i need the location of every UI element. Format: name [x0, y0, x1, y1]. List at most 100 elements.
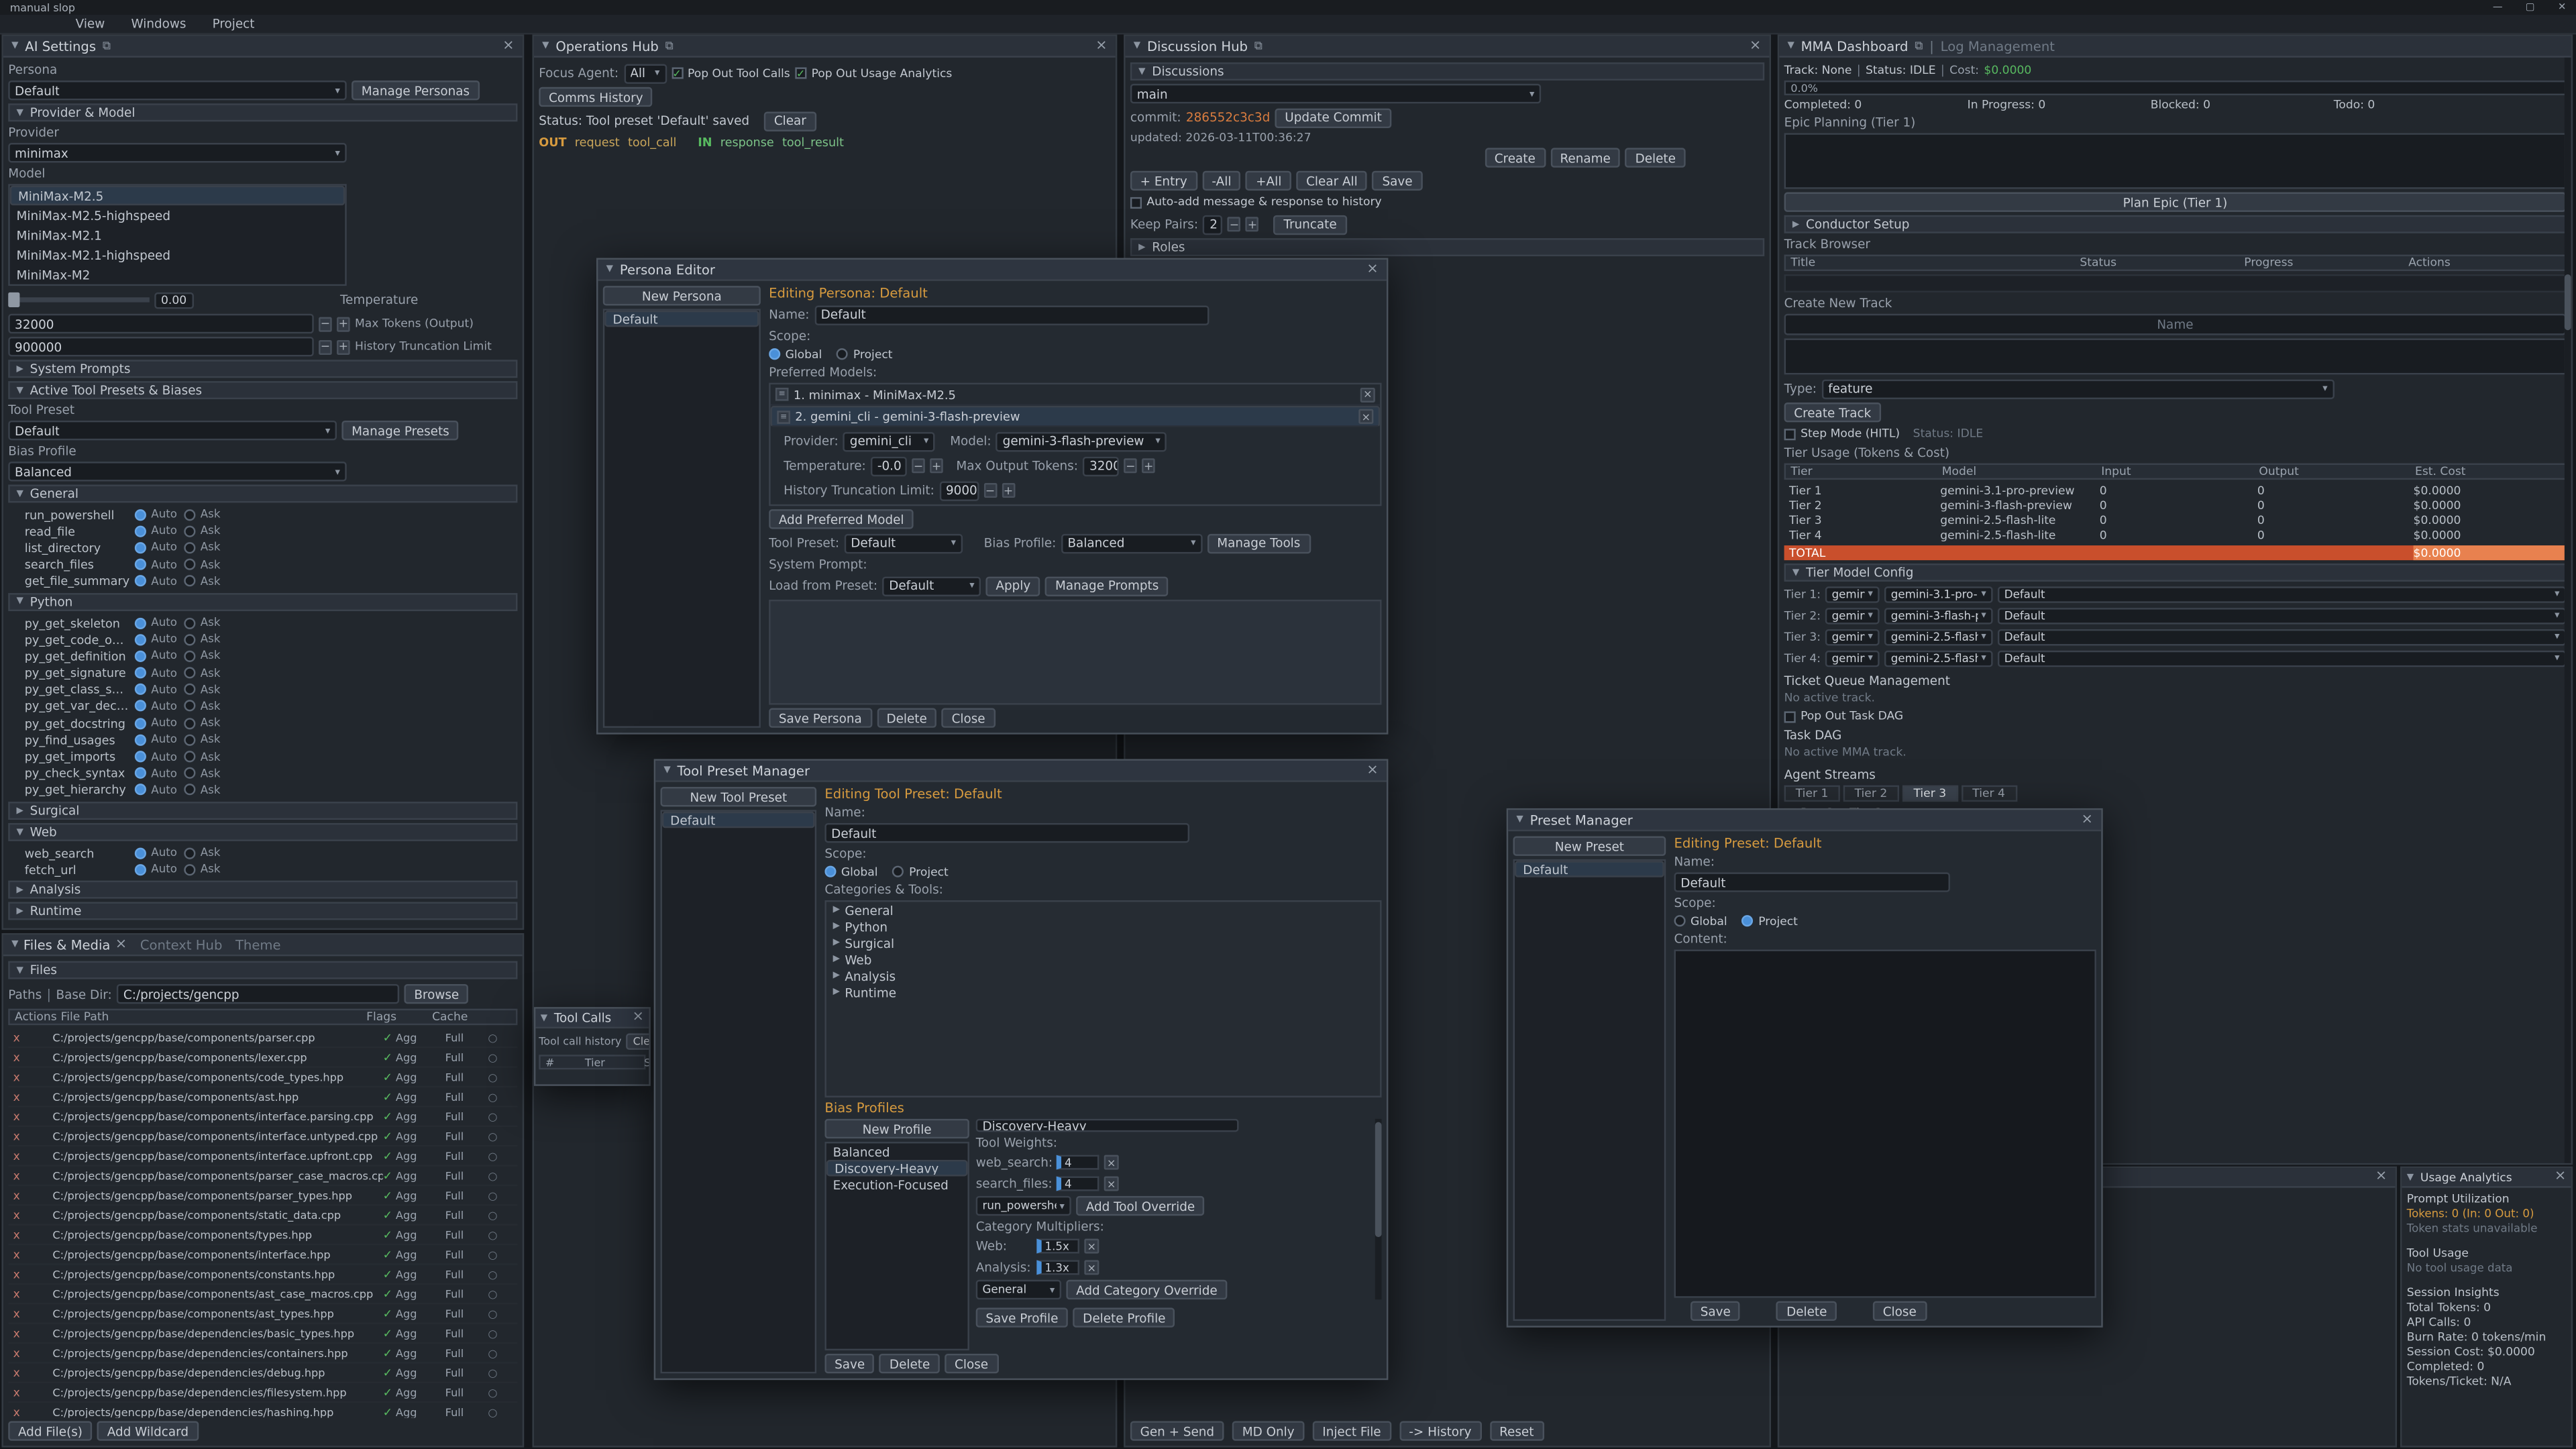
active-presets-section[interactable]: ▼Active Tool Presets & Biases — [8, 381, 517, 399]
tier-provider-select[interactable]: gemini▾ — [1825, 650, 1880, 666]
close-icon[interactable]: × — [502, 39, 514, 53]
agg-check-icon[interactable]: ✓ — [383, 1090, 392, 1104]
legend-response[interactable]: response — [720, 135, 774, 150]
remove-file-button[interactable]: x — [13, 1287, 53, 1301]
stream-tab[interactable]: Tier 4 — [1961, 786, 2017, 802]
comms-history-button[interactable]: Comms History — [539, 87, 653, 107]
remove-file-button[interactable]: x — [13, 1405, 53, 1417]
agg-check-icon[interactable]: ✓ — [383, 1386, 392, 1399]
profile-list-item[interactable]: Execution-Focused — [826, 1176, 968, 1192]
weight-input[interactable]: 4 — [1057, 1155, 1099, 1170]
remove-file-button[interactable]: x — [13, 1248, 53, 1261]
close-icon[interactable]: × — [1750, 39, 1761, 53]
decrement-button[interactable]: − — [319, 339, 332, 354]
epic-planning-textarea[interactable] — [1784, 133, 2567, 189]
agg-check-icon[interactable]: ✓ — [383, 1346, 392, 1360]
tier-provider-select[interactable]: gemini▾ — [1825, 607, 1880, 623]
collapse-icon[interactable]: ▼ — [2407, 1172, 2414, 1182]
remove-weight-button[interactable]: × — [1104, 1155, 1119, 1170]
cache-indicator[interactable]: ○ — [488, 1130, 517, 1143]
delete-preset-button[interactable]: Delete — [1776, 1301, 1837, 1321]
cache-indicator[interactable]: ○ — [488, 1327, 517, 1340]
auto-add-checkbox[interactable] — [1130, 197, 1142, 208]
agg-check-icon[interactable]: ✓ — [383, 1307, 392, 1320]
new-tool-preset-button[interactable]: New Tool Preset — [660, 787, 816, 806]
scrollbar-track[interactable] — [2565, 58, 2571, 1163]
auto-radio[interactable] — [135, 700, 146, 712]
save-tool-preset-button[interactable]: Save — [824, 1354, 875, 1373]
full-toggle[interactable]: Full — [445, 1228, 488, 1242]
full-toggle[interactable]: Full — [445, 1031, 488, 1044]
decrement-button[interactable]: − — [983, 483, 997, 498]
close-button[interactable]: Close — [942, 708, 995, 728]
drag-handle-icon[interactable]: ≡ — [775, 388, 789, 401]
auto-radio[interactable] — [135, 542, 146, 553]
web-tools-section[interactable]: ▼Web — [8, 823, 517, 841]
tier-preset-select[interactable]: Default▾ — [1998, 650, 2566, 666]
collapse-icon[interactable]: ▼ — [1787, 41, 1794, 51]
track-browser-body[interactable] — [1784, 274, 2567, 292]
cache-indicator[interactable]: ○ — [488, 1051, 517, 1064]
save-preset-button[interactable]: Save — [1690, 1301, 1741, 1321]
conductor-setup-section[interactable]: ▶Conductor Setup — [1784, 215, 2567, 233]
provider-model-section[interactable]: ▼Provider & Model — [8, 103, 517, 121]
multiplier-input[interactable]: 1.3x — [1036, 1260, 1079, 1275]
new-preset-button[interactable]: New Preset — [1513, 837, 1666, 856]
clear-all-button[interactable]: Clear All — [1296, 171, 1367, 191]
drag-handle-icon[interactable]: ≡ — [777, 410, 790, 423]
profile-list-item[interactable]: Balanced — [826, 1143, 968, 1159]
ask-radio[interactable] — [184, 667, 195, 679]
full-toggle[interactable]: Full — [445, 1267, 488, 1281]
increment-button[interactable]: + — [337, 339, 350, 354]
tier-model-select[interactable]: gemini-2.5-flash-lite▾ — [1884, 650, 1993, 666]
tab-theme[interactable]: Theme — [235, 937, 281, 952]
collapse-icon[interactable]: ▼ — [11, 41, 18, 51]
pop-out-task-dag-checkbox[interactable] — [1784, 710, 1796, 722]
create-track-button[interactable]: Create Track — [1784, 402, 1881, 422]
collapse-icon[interactable]: ▼ — [541, 1013, 547, 1023]
scope-project-radio[interactable] — [1742, 915, 1754, 926]
ask-radio[interactable] — [184, 508, 195, 520]
full-toggle[interactable]: Full — [445, 1287, 488, 1301]
temperature-slider[interactable] — [8, 297, 150, 302]
full-toggle[interactable]: Full — [445, 1386, 488, 1399]
max-tokens-input[interactable]: 32000 — [8, 314, 314, 333]
preset-list-item[interactable]: Default — [1515, 861, 1664, 877]
model-option[interactable]: MiniMax-M2.5-highspeed — [10, 205, 345, 225]
persona-select[interactable]: Default▾ — [8, 80, 346, 100]
auto-radio[interactable] — [135, 864, 146, 875]
tool-override-select[interactable]: run_powershell▾ — [976, 1196, 1071, 1216]
tool-preset-select[interactable]: Default▾ — [8, 421, 337, 440]
collapse-icon[interactable]: ▼ — [1134, 41, 1140, 51]
auto-radio[interactable] — [135, 784, 146, 796]
tool-preset-list-item[interactable]: Default — [662, 812, 815, 828]
model-option[interactable]: MiniMax-M2.5 — [10, 186, 345, 205]
auto-radio[interactable] — [135, 684, 146, 695]
collapse-icon[interactable]: ▼ — [606, 264, 613, 274]
full-toggle[interactable]: Full — [445, 1346, 488, 1360]
increment-button[interactable]: + — [1142, 458, 1155, 473]
remove-file-button[interactable]: x — [13, 1071, 53, 1084]
remove-file-button[interactable]: x — [13, 1366, 53, 1379]
tier-model-select[interactable]: gemini-2.5-flash-lite▾ — [1884, 629, 1993, 645]
pm-history-input[interactable]: 900000 — [939, 480, 979, 500]
tier-model-select[interactable]: gemini-3-flash-preview▾ — [1884, 607, 1993, 623]
gen-send-button[interactable]: Gen + Send — [1130, 1421, 1224, 1440]
ask-radio[interactable] — [184, 751, 195, 762]
truncate-button[interactable]: Truncate — [1274, 215, 1347, 234]
manage-personas-button[interactable]: Manage Personas — [352, 80, 480, 100]
category-item[interactable]: ▶Python — [826, 918, 1380, 934]
model-option[interactable]: MiniMax-M2 — [10, 264, 345, 284]
ask-radio[interactable] — [184, 784, 195, 796]
preset-name-input[interactable]: Default — [1674, 872, 1950, 892]
reset-button[interactable]: Reset — [1489, 1421, 1544, 1440]
scope-project-radio[interactable] — [893, 866, 904, 877]
manage-presets-button[interactable]: Manage Presets — [341, 421, 459, 440]
system-prompt-textarea[interactable] — [769, 600, 1381, 705]
full-toggle[interactable]: Full — [445, 1405, 488, 1417]
ask-radio[interactable] — [184, 542, 195, 553]
remove-model-button[interactable]: × — [1360, 387, 1375, 402]
pe-tool-preset-select[interactable]: Default▾ — [844, 533, 962, 553]
auto-radio[interactable] — [135, 559, 146, 570]
tier-preset-select[interactable]: Default▾ — [1998, 629, 2566, 645]
